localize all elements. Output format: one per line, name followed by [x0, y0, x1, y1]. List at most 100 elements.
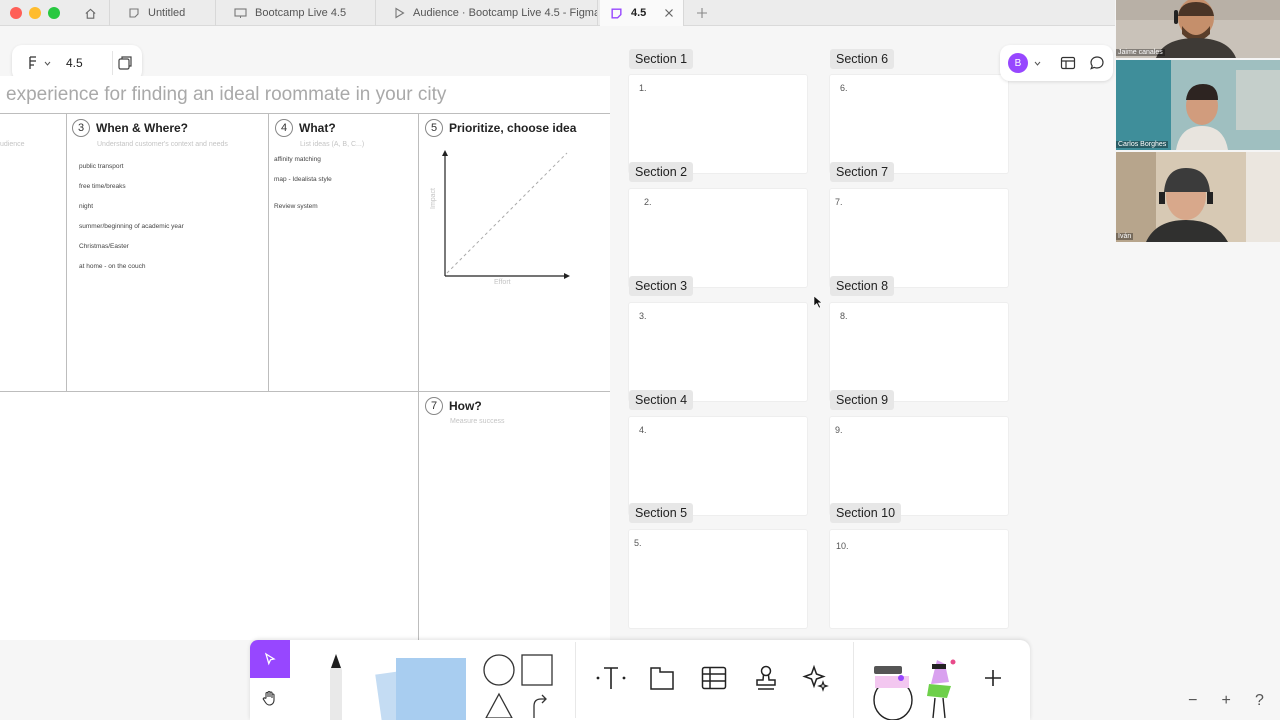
note-item[interactable]: Review system: [274, 203, 318, 210]
chevron-down-icon[interactable]: [1034, 61, 1041, 66]
section-label[interactable]: Section 5: [629, 503, 694, 523]
section-label[interactable]: Section 7: [830, 162, 895, 182]
tab-audience[interactable]: Audience · Bootcamp Live 4.5 - Figma: [376, 0, 598, 26]
section-label[interactable]: Section 10: [830, 503, 902, 523]
hand-icon: [262, 690, 275, 706]
figjam-file-icon: [129, 8, 139, 18]
section-icon: [650, 667, 674, 690]
note-item[interactable]: map - Idealista style: [274, 176, 332, 183]
participant-video-frame: [1116, 152, 1280, 242]
section-number: 10.: [836, 541, 849, 551]
text-icon: [596, 667, 626, 689]
new-tab-icon[interactable]: [696, 7, 708, 19]
avatar[interactable]: B: [1008, 53, 1028, 73]
figma-menu-icon[interactable]: [27, 56, 39, 70]
ai-sparkle-tool[interactable]: [796, 658, 836, 698]
maximize-window-button[interactable]: [48, 7, 60, 19]
section-number: 7.: [835, 197, 843, 207]
help-button[interactable]: ?: [1255, 692, 1264, 710]
column-subtitle: udience: [0, 141, 25, 148]
column-subtitle: List ideas (A, B, C...): [300, 141, 365, 148]
tab-bootcamp-live[interactable]: Bootcamp Live 4.5: [216, 0, 376, 26]
pages-icon[interactable]: [117, 55, 133, 71]
section-box[interactable]: 6.: [830, 75, 1008, 173]
section-label[interactable]: Section 8: [830, 276, 895, 296]
home-icon: [85, 8, 96, 19]
section-box[interactable]: 5.: [629, 530, 807, 628]
layout-panel-icon[interactable]: [1060, 56, 1076, 70]
section-box[interactable]: 2.: [629, 189, 807, 287]
column-header-prioritize: 5 Prioritize, choose idea: [425, 119, 576, 137]
column-header-when-where: 3 When & Where?: [72, 119, 188, 137]
note-item[interactable]: at home - on the couch: [79, 263, 146, 270]
divider: [66, 113, 67, 392]
section-box[interactable]: 1.: [629, 75, 807, 173]
section-box[interactable]: 4.: [629, 417, 807, 515]
marker-tool[interactable]: [316, 650, 356, 720]
close-icon[interactable]: [664, 8, 674, 18]
column-header-what: 4 What?: [275, 119, 336, 137]
zoom-in-button[interactable]: +: [1222, 692, 1231, 710]
section-number: 9.: [835, 425, 843, 435]
hand-tool[interactable]: [250, 678, 290, 718]
column-title: How?: [449, 399, 482, 413]
section-box[interactable]: 10.: [830, 530, 1008, 628]
table-tool[interactable]: [694, 658, 734, 698]
zoom-controls: − + ?: [1176, 688, 1276, 714]
stamp-tool[interactable]: [746, 658, 786, 698]
step-number: 5: [425, 119, 443, 137]
divider: [0, 391, 610, 392]
tab-label: Untitled: [148, 7, 186, 19]
section-box[interactable]: 8.: [830, 303, 1008, 401]
widgets-tool[interactable]: [865, 654, 965, 720]
comment-icon[interactable]: [1089, 55, 1105, 71]
note-item[interactable]: night: [79, 203, 93, 210]
text-tool[interactable]: [591, 658, 631, 698]
tab-untitled[interactable]: Untitled: [110, 0, 216, 26]
section-label[interactable]: Section 4: [629, 390, 694, 410]
note-item[interactable]: Christmas/Easter: [79, 243, 129, 250]
tab-home[interactable]: [72, 0, 110, 26]
section-box[interactable]: 9.: [830, 417, 1008, 515]
note-item[interactable]: free time/breaks: [79, 183, 126, 190]
participant-name: Jaime canales: [1116, 49, 1165, 56]
participant-name: Carlos Borghes: [1116, 141, 1169, 148]
file-name[interactable]: 4.5: [66, 56, 83, 70]
close-window-button[interactable]: [10, 7, 22, 19]
participant-name: Iván: [1116, 233, 1134, 240]
chevron-down-icon[interactable]: [44, 61, 51, 66]
select-tool[interactable]: [250, 640, 290, 678]
section-label[interactable]: Section 9: [830, 390, 895, 410]
sticky-note-tool[interactable]: [370, 652, 470, 720]
note-item[interactable]: public transport: [79, 163, 123, 170]
section-box[interactable]: 7.: [830, 189, 1008, 287]
participant-video-frame: [1116, 60, 1280, 150]
shapes-tool[interactable]: [478, 652, 558, 718]
note-item[interactable]: affinity matching: [274, 156, 321, 163]
sparkle-icon: [802, 664, 829, 692]
section-tool[interactable]: [642, 658, 682, 698]
column-title: When & Where?: [96, 121, 188, 135]
y-axis-label: Impact: [430, 187, 437, 209]
tab-4-5[interactable]: 4.5: [600, 0, 684, 26]
section-label[interactable]: Section 3: [629, 276, 694, 296]
note-item[interactable]: summer/beginning of academic year: [79, 223, 184, 230]
participant-video: Carlos Borghes: [1116, 60, 1280, 150]
step-number: 3: [72, 119, 90, 137]
zoom-out-button[interactable]: −: [1188, 692, 1197, 710]
section-label[interactable]: Section 2: [629, 162, 694, 182]
tab-label: Audience · Bootcamp Live 4.5 - Figma: [413, 7, 598, 19]
y-axis-arrow: [442, 150, 448, 156]
section-label[interactable]: Section 6: [830, 49, 895, 69]
participant-video: Iván: [1116, 152, 1280, 242]
plus-icon: [985, 670, 1001, 686]
section-number: 1.: [639, 83, 647, 93]
section-box[interactable]: 3.: [629, 303, 807, 401]
sticky-note-icon: [375, 658, 466, 720]
add-button[interactable]: [975, 658, 1011, 698]
collaboration-toolbar: B: [1000, 45, 1113, 81]
section-label[interactable]: Section 1: [629, 49, 694, 69]
creation-toolbar: [250, 640, 1030, 720]
minimize-window-button[interactable]: [29, 7, 41, 19]
marker-icon: [330, 654, 342, 720]
